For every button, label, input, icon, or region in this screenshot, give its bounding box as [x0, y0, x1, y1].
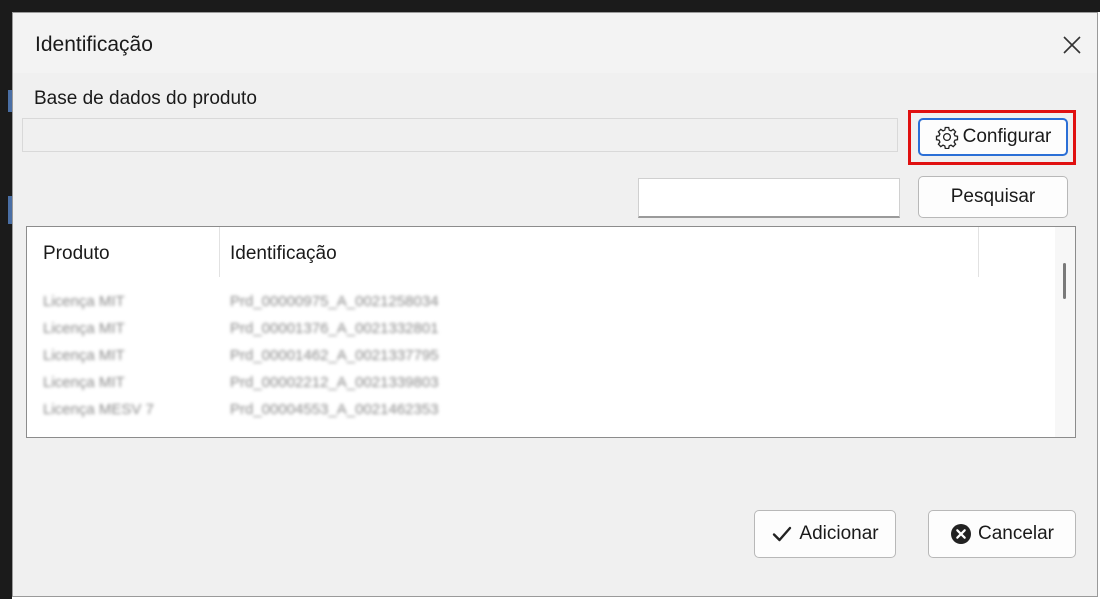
vertical-scrollbar[interactable] [1055, 227, 1075, 437]
cancel-button-label: Cancelar [977, 523, 1055, 544]
search-button[interactable]: Pesquisar [918, 176, 1068, 218]
close-circle-icon [950, 524, 971, 544]
column-separator[interactable] [219, 227, 220, 277]
scrollbar-thumb[interactable] [1063, 263, 1066, 299]
cancel-button[interactable]: Cancelar [928, 510, 1076, 558]
database-field [22, 118, 898, 152]
cell-identificacao: Prd_00004553_A_0021462353 [230, 401, 439, 418]
configure-button[interactable]: Configurar [918, 118, 1068, 156]
cell-produto: Licença MIT [43, 293, 125, 310]
table-row[interactable]: Licença MIT Prd_00002212_A_0021339803 [27, 374, 1027, 400]
close-button[interactable] [1055, 29, 1089, 61]
title-bar: Identificação [13, 13, 1097, 73]
product-list[interactable]: Produto Identificação Licença MIT Prd_00… [26, 226, 1076, 438]
column-separator[interactable] [978, 227, 979, 277]
column-header-produto[interactable]: Produto [43, 243, 110, 265]
column-header-identificacao[interactable]: Identificação [230, 243, 337, 265]
list-header: Produto Identificação [27, 227, 1047, 277]
cell-identificacao: Prd_00001376_A_0021332801 [230, 320, 439, 337]
cell-produto: Licença MESV 7 [43, 401, 154, 418]
cell-identificacao: Prd_00002212_A_0021339803 [230, 374, 439, 391]
add-button[interactable]: Adicionar [754, 510, 896, 558]
table-row[interactable]: Licença MIT Prd_00001376_A_0021332801 [27, 320, 1027, 346]
gear-icon [935, 126, 958, 149]
search-button-label: Pesquisar [950, 186, 1036, 207]
configure-button-label: Configurar [962, 126, 1052, 147]
cell-identificacao: Prd_00000975_A_0021258034 [230, 293, 439, 310]
window-frame-left [0, 0, 12, 599]
cell-produto: Licença MIT [43, 374, 125, 391]
cell-identificacao: Prd_00001462_A_0021337795 [230, 347, 439, 364]
table-row[interactable]: Licença MIT Prd_00001462_A_0021337795 [27, 347, 1027, 373]
cell-produto: Licença MIT [43, 320, 125, 337]
close-icon [1063, 36, 1081, 54]
window-frame-top [0, 0, 1100, 12]
table-row[interactable]: Licença MIT Prd_00000975_A_0021258034 [27, 293, 1027, 319]
cell-produto: Licença MIT [43, 347, 125, 364]
database-label: Base de dados do produto [34, 88, 257, 109]
checkmark-icon [773, 526, 792, 542]
dialog-title: Identificação [35, 33, 153, 56]
table-row[interactable]: Licença MESV 7 Prd_00004553_A_0021462353 [27, 401, 1027, 427]
add-button-label: Adicionar [799, 523, 879, 544]
search-input[interactable] [638, 178, 900, 218]
